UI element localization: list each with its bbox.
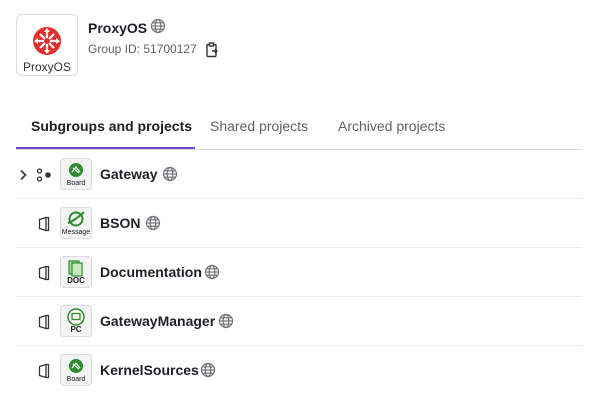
message-icon [67,211,85,227]
copy-group-id-button[interactable] [205,42,219,63]
proxyos-logo-icon [33,27,61,55]
item-name[interactable]: BSON [100,215,140,231]
list-item[interactable]: DOC Documentation [16,248,582,297]
active-tab-indicator [16,147,195,149]
globe-icon [200,362,216,383]
clipboard-icon [206,42,218,58]
board-icon [69,359,83,373]
avatar-label: Message [61,229,91,236]
list-item[interactable]: Message BSON [16,199,582,248]
list-item[interactable]: Board KernelSources [16,346,582,395]
project-icon [37,314,51,335]
project-icon [37,265,51,286]
project-avatar[interactable]: Board [60,158,92,190]
project-avatar[interactable]: DOC [60,256,92,288]
list-item[interactable]: Board Gateway [16,150,582,199]
item-name[interactable]: GatewayManager [100,313,215,329]
globe-icon [145,215,161,236]
avatar-label: DOC [67,276,85,285]
globe-icon [204,264,220,285]
globe-icon [150,18,166,39]
project-avatar[interactable]: Message [60,207,92,239]
list-item[interactable]: PC GatewayManager [16,297,582,346]
avatar-label: Board [66,376,86,383]
tab-shared-projects[interactable]: Shared projects [210,118,308,134]
board-icon [69,163,83,177]
globe-icon [218,313,234,334]
subgroup-icon [36,168,52,187]
chevron-right-icon[interactable] [18,168,28,186]
project-avatar[interactable]: Board [60,354,92,386]
item-name[interactable]: Documentation [100,264,202,280]
avatar-label: PC [70,325,82,334]
avatar-label: Board [66,180,86,187]
project-icon [37,363,51,384]
group-avatar[interactable]: ProxyOS [16,14,78,76]
group-title[interactable]: ProxyOS [88,20,147,36]
project-icon [37,216,51,237]
item-name[interactable]: Gateway [100,166,158,182]
project-avatar[interactable]: PC [60,305,92,337]
item-name[interactable]: KernelSources [100,362,199,378]
logo-wordmark: ProxyOS [22,60,71,74]
tab-archived-projects[interactable]: Archived projects [338,118,445,134]
globe-icon [162,166,178,187]
tab-subgroups-and-projects[interactable]: Subgroups and projects [31,118,192,134]
group-id: Group ID: 51700127 [88,42,197,56]
